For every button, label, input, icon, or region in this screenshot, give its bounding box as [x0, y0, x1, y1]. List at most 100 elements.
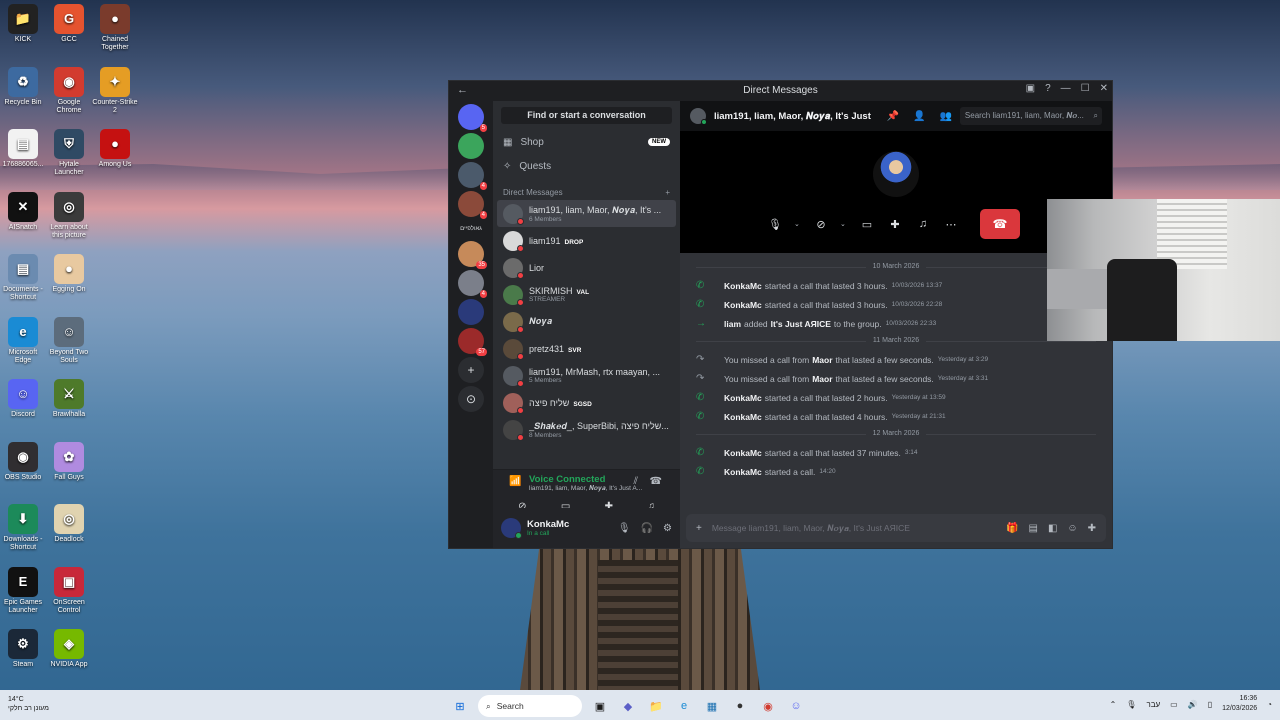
desktop-icon[interactable]: ◉ Google Chrome [46, 66, 92, 115]
server-icon[interactable]: 4 [458, 191, 487, 219]
call-activities-icon[interactable]: ✚ [886, 218, 904, 231]
desktop-icon[interactable]: ▣ OnScreen Control [46, 566, 92, 615]
taskbar-search[interactable]: ⌕ Search [478, 695, 582, 717]
edge-icon[interactable]: e [674, 696, 694, 716]
search-input[interactable]: Search liam191, liam, Maor, 𝑵𝒐... ⌕ [959, 107, 1102, 125]
emoji-icon[interactable]: ☺ [1067, 523, 1077, 534]
server-icon[interactable]: 4 [458, 270, 487, 298]
desktop-icon[interactable]: ✕ AISnatch [0, 191, 46, 232]
desktop-icon[interactable]: ☺ Beyond Two Souls [46, 316, 92, 365]
desktop-icon[interactable]: ♻ Recycle Bin [0, 66, 46, 107]
message-user[interactable]: Maor [812, 374, 832, 384]
desktop-icon[interactable]: ⚙ Steam [0, 629, 46, 669]
server-icon[interactable]: 57 [458, 328, 487, 356]
battery-icon[interactable]: ▯ [1208, 700, 1212, 709]
message-user[interactable]: KonkaMc [724, 467, 762, 477]
disconnect-icon[interactable]: ☎ [650, 476, 662, 487]
microphone-tray-icon[interactable]: 🎙 [1126, 700, 1136, 709]
dm-item[interactable]: 𝑵𝒐𝒚𝒂 [497, 308, 676, 335]
desktop-icon[interactable]: ● Among Us [92, 129, 138, 169]
app-icon[interactable]: ● [730, 696, 750, 716]
discord-home-icon[interactable]: 5 [458, 104, 487, 132]
help-icon[interactable]: ? [1045, 83, 1051, 94]
noise-suppression-icon[interactable]: ⫽ [634, 476, 638, 487]
server-icon[interactable] [458, 299, 484, 325]
call-participant-avatar[interactable] [873, 151, 919, 197]
add-dm-button[interactable]: + [665, 186, 670, 200]
desktop-icon[interactable]: ⚔ Brawlhalla [46, 379, 92, 419]
message-target[interactable]: It's Just AЯICE [771, 319, 831, 329]
call-camera-off-icon[interactable]: ⊘ [812, 218, 830, 231]
message-user[interactable]: KonkaMc [724, 300, 762, 310]
chevron-down-icon[interactable]: ⌄ [794, 220, 802, 228]
message-user[interactable]: KonkaMc [724, 448, 762, 458]
dm-item[interactable]: SKIRMISH VAL STREAMER [497, 281, 676, 308]
desktop-icon[interactable]: ⬇ Downloads - Shortcut [0, 504, 46, 552]
desktop-icon[interactable]: ◎ Learn about this picture [46, 191, 92, 240]
desktop-icon[interactable]: ● Chained Together [92, 4, 138, 52]
maximize-button[interactable]: ☐ [1081, 83, 1090, 94]
desktop-icon[interactable]: ⛨ Hytale Launcher [46, 129, 92, 177]
start-icon[interactable]: ⊞ [450, 696, 470, 716]
language-indicator[interactable]: עבר [1146, 700, 1160, 709]
microphone-icon[interactable]: 🎙 [618, 523, 631, 534]
pin-icon[interactable]: 📌 [887, 111, 899, 122]
desktop-icon[interactable]: ▤ Documents - Shortcut [0, 254, 46, 302]
inbox-icon[interactable]: ▣ [1026, 83, 1035, 94]
desktop-icon[interactable]: E Epic Games Launcher [0, 566, 46, 615]
desktop-icon[interactable]: ◎ Deadlock [46, 504, 92, 544]
call-soundboard-icon[interactable]: ♫ [914, 218, 932, 230]
dm-item[interactable]: liam191, liam, Maor, 𝑵𝒐𝒚𝒂, It's ... 6 Mem… [497, 200, 676, 227]
gift-icon[interactable]: 🎁 [1006, 523, 1018, 534]
server-icon[interactable]: 35 [458, 241, 487, 269]
nav-shop[interactable]: ▦ Shop NEW [493, 130, 680, 154]
add-server-icon[interactable]: + [458, 357, 484, 383]
desktop-icon[interactable]: ◈ NVIDIA App [46, 629, 92, 669]
store-icon[interactable]: ▦ [702, 696, 722, 716]
clock[interactable]: 16:36 12/03/2026 [1222, 694, 1257, 714]
close-button[interactable]: ✕ [1100, 83, 1108, 94]
sticker-icon[interactable]: ◧ [1048, 523, 1057, 534]
file-explorer-icon[interactable]: 📁 [646, 696, 666, 716]
message-user[interactable]: Maor [812, 355, 832, 365]
apps-icon[interactable]: ✚ [1088, 523, 1096, 534]
message-user[interactable]: liam [724, 319, 741, 329]
desktop-icon[interactable]: 📁 KICK [0, 4, 46, 44]
dm-item[interactable]: _𝑺𝒉𝒂𝒌𝒆𝒅_, SuperBibi, שליח פיצה... 8 Membe… [497, 416, 676, 443]
desktop-icon[interactable]: ☺ Discord [0, 379, 46, 419]
desktop-icon[interactable]: ✿ Fall Guys [46, 441, 92, 482]
server-icon[interactable] [458, 133, 484, 159]
member-list-icon[interactable]: 👥 [939, 111, 951, 122]
dm-item[interactable]: Lior [497, 254, 676, 281]
plus-icon[interactable]: + [696, 523, 702, 534]
server-label[interactable]: גאולפיים [460, 220, 482, 238]
discover-icon[interactable]: ⊙ [458, 386, 484, 412]
message-user[interactable]: KonkaMc [724, 281, 762, 291]
settings-icon[interactable]: ⚙ [663, 523, 672, 534]
discord-taskbar-icon[interactable]: ☺ [786, 696, 806, 716]
chevron-up-icon[interactable]: ⌃ [1110, 700, 1117, 709]
chevron-down-icon[interactable]: ⌄ [840, 220, 848, 228]
teams-icon[interactable]: ◆ [618, 696, 638, 716]
gif-icon[interactable]: ▤ [1028, 523, 1037, 534]
message-user[interactable]: KonkaMc [724, 393, 762, 403]
avatar[interactable] [501, 518, 522, 539]
call-mic-icon[interactable]: 🎙 [766, 218, 784, 231]
hang-up-button[interactable]: ☎ [980, 209, 1020, 239]
desktop-icon[interactable]: ◉ OBS Studio [0, 441, 46, 482]
call-screen-share-icon[interactable]: ▭ [858, 218, 876, 231]
headphones-icon[interactable]: 🎧 [641, 523, 653, 534]
notification-icon[interactable]: ◔ [1267, 700, 1272, 709]
find-conversation-button[interactable]: Find or start a conversation [501, 107, 672, 124]
network-icon[interactable]: ▭ [1170, 700, 1178, 709]
more-icon[interactable]: ⋯ [942, 218, 960, 231]
desktop-icon[interactable]: G GCC [46, 4, 92, 44]
weather-widget[interactable]: 14°C מעונן רב חלקי [8, 695, 49, 713]
desktop-icon[interactable]: ● Egging On [46, 254, 92, 294]
server-icon[interactable]: 4 [458, 162, 487, 190]
task-view-icon[interactable]: ▣ [590, 696, 610, 716]
message-user[interactable]: KonkaMc [724, 412, 762, 422]
minimize-button[interactable]: — [1061, 83, 1071, 94]
message-composer[interactable]: + Message liam191, liam, Maor, 𝑵𝒐𝒚𝒂, It'… [686, 514, 1106, 542]
nav-quests[interactable]: ✧ Quests [493, 154, 680, 178]
